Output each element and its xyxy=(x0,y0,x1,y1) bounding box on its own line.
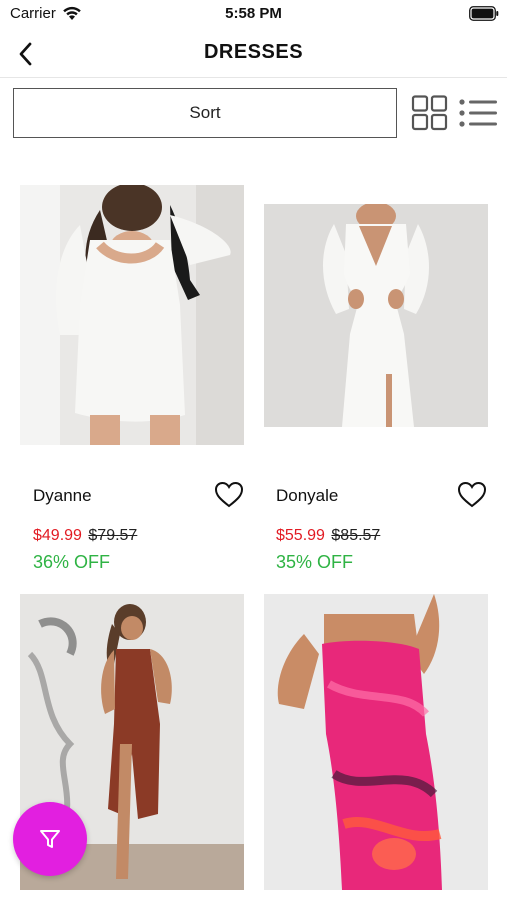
filter-funnel-icon xyxy=(40,830,60,848)
sale-price: $55.99 xyxy=(276,527,325,544)
favorite-button[interactable] xyxy=(457,481,487,509)
heart-outline-icon xyxy=(457,481,487,508)
grid-view-button[interactable] xyxy=(411,95,449,131)
battery-icon xyxy=(469,6,499,21)
price-row: $49.99 $79.57 xyxy=(33,527,137,545)
product-image[interactable] xyxy=(264,594,488,890)
filter-button[interactable] xyxy=(13,802,87,876)
toolbar: Sort xyxy=(0,88,507,140)
discount-label: 36% OFF xyxy=(33,552,111,572)
product-photo-cutout-dress xyxy=(264,204,488,427)
heart-outline-icon xyxy=(214,481,244,508)
grid-view-icon xyxy=(411,95,448,131)
sale-price: $49.99 xyxy=(33,527,82,544)
navigation-bar: DRESSES xyxy=(0,30,507,78)
discount-label: 35% OFF xyxy=(276,552,354,572)
favorite-button[interactable] xyxy=(214,481,244,509)
product-photo-pink-dress xyxy=(264,594,488,890)
page-title: DRESSES xyxy=(203,41,304,63)
list-view-button[interactable] xyxy=(458,95,498,131)
original-price: $85.57 xyxy=(331,527,381,544)
product-name[interactable]: Dyanne xyxy=(33,486,92,506)
sort-button[interactable]: Sort xyxy=(13,88,397,138)
original-price: $79.57 xyxy=(88,527,138,544)
list-view-icon xyxy=(459,99,497,127)
status-time: 5:58 PM xyxy=(225,5,282,22)
product-name[interactable]: Donyale xyxy=(276,486,338,506)
product-image[interactable] xyxy=(264,204,488,427)
product-image[interactable] xyxy=(20,185,244,445)
price-row: $55.99 $85.57 xyxy=(276,527,380,545)
status-bar: Carrier 5:58 PM xyxy=(0,0,507,28)
product-photo-white-dress xyxy=(20,185,244,445)
